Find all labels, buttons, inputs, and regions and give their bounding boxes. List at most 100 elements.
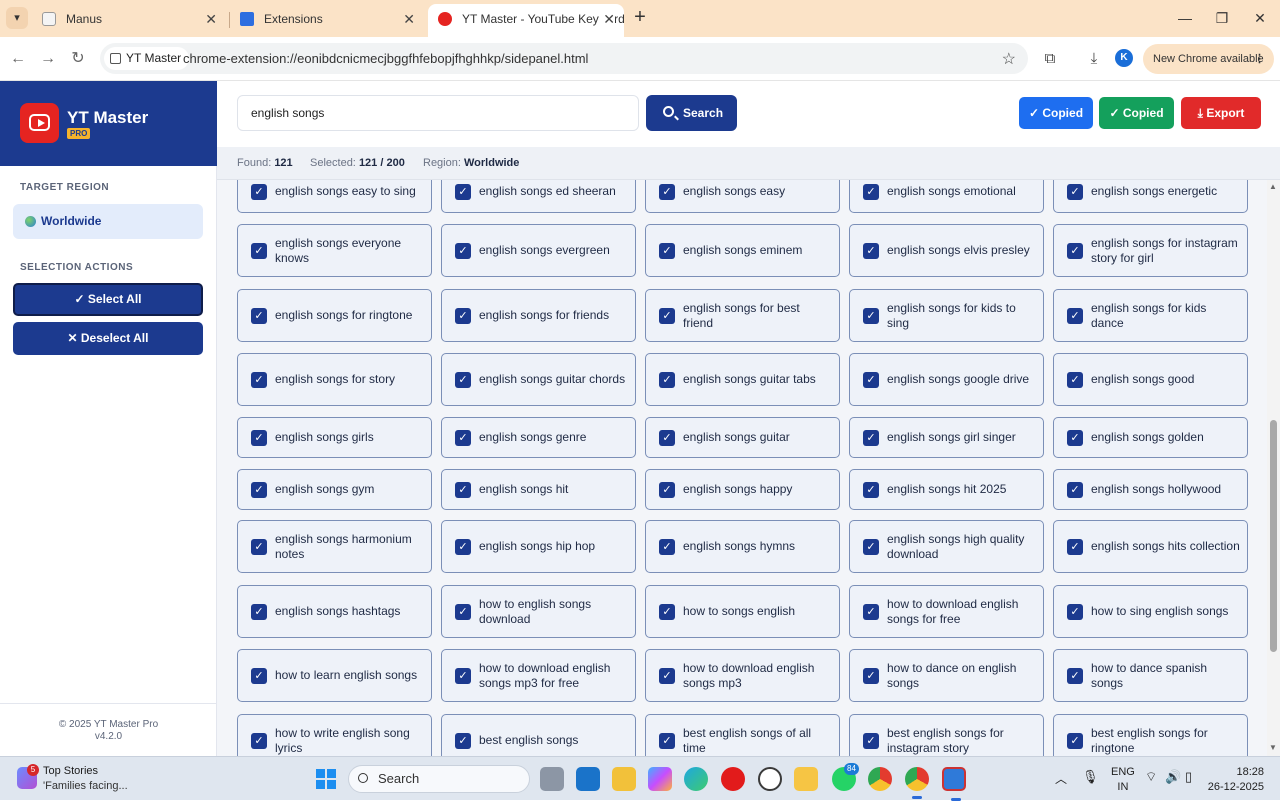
file-explorer-icon[interactable] — [794, 767, 818, 791]
keyword-card[interactable]: ✓ english songs hashtags — [237, 585, 432, 638]
keyword-checkbox[interactable]: ✓ — [455, 372, 471, 388]
keyword-checkbox[interactable]: ✓ — [455, 243, 471, 259]
copied-button-green[interactable]: ✓ Copied — [1099, 97, 1174, 129]
keyword-card[interactable]: ✓ how to learn english songs — [237, 649, 432, 702]
search-input[interactable]: english songs — [237, 95, 639, 131]
keyword-card[interactable]: ✓ english songs genre — [441, 417, 636, 458]
keyword-card[interactable]: ✓ english songs google drive — [849, 353, 1044, 406]
keyword-checkbox[interactable]: ✓ — [1067, 430, 1083, 446]
forward-icon[interactable]: → — [38, 49, 58, 69]
keyword-card[interactable]: ✓ english songs for friends — [441, 289, 636, 342]
keyword-card[interactable]: ✓ english songs ed sheeran — [441, 180, 636, 213]
keyword-checkbox[interactable]: ✓ — [863, 668, 879, 684]
keyword-checkbox[interactable]: ✓ — [863, 539, 879, 555]
tray-overflow-icon[interactable]: ︿ — [1055, 770, 1067, 787]
keyword-checkbox[interactable]: ✓ — [659, 430, 675, 446]
taskbar-search[interactable]: Search — [348, 765, 530, 793]
close-tab-icon[interactable]: ✕ — [403, 4, 415, 34]
reload-icon[interactable]: ↻ — [68, 49, 88, 69]
keyword-checkbox[interactable]: ✓ — [1067, 539, 1083, 555]
keyword-card[interactable]: ✓ english songs girls — [237, 417, 432, 458]
keyword-card[interactable]: ✓ english songs girl singer — [849, 417, 1044, 458]
more-options-icon[interactable]: ⋮ — [1254, 44, 1265, 74]
keyword-card[interactable]: ✓ english songs for best friend — [645, 289, 840, 342]
export-button[interactable]: ⤓ Export — [1181, 97, 1261, 129]
new-tab-icon[interactable]: + — [630, 7, 650, 28]
keyword-card[interactable]: ✓ english songs guitar — [645, 417, 840, 458]
tab-yt-master[interactable]: YT Master - YouTube Keyword T ✕ — [428, 4, 624, 37]
keyword-checkbox[interactable]: ✓ — [251, 184, 267, 200]
windows-start-icon[interactable] — [316, 769, 336, 789]
language-indicator[interactable]: ENG IN — [1111, 765, 1135, 795]
keyword-checkbox[interactable]: ✓ — [1067, 668, 1083, 684]
deselect-all-button[interactable]: ✕ Deselect All — [13, 322, 203, 355]
chrome-update-button[interactable]: New Chrome available ⋮ — [1143, 44, 1274, 74]
keyword-card[interactable]: ✓ how to download english songs mp3 — [645, 649, 840, 702]
keyword-card[interactable]: ✓ english songs for kids dance — [1053, 289, 1248, 342]
tab-search-button[interactable]: ▾ — [6, 7, 28, 29]
keyword-checkbox[interactable]: ✓ — [863, 372, 879, 388]
keyword-checkbox[interactable]: ✓ — [659, 482, 675, 498]
keyword-checkbox[interactable]: ✓ — [455, 668, 471, 684]
keyword-card[interactable]: ✓ english songs hymns — [645, 520, 840, 573]
keyword-card[interactable]: ✓ english songs harmonium notes — [237, 520, 432, 573]
keyword-card[interactable]: ✓ english songs eminem — [645, 224, 840, 277]
keyword-card[interactable]: ✓ best english songs for ringtone — [1053, 714, 1248, 756]
scroll-thumb[interactable] — [1270, 420, 1277, 652]
keyword-checkbox[interactable]: ✓ — [1067, 372, 1083, 388]
select-all-button[interactable]: ✓ Select All — [13, 283, 203, 316]
keyword-card[interactable]: ✓ english songs elvis presley — [849, 224, 1044, 277]
keyword-checkbox[interactable]: ✓ — [863, 184, 879, 200]
keyword-card[interactable]: ✓ english songs gym — [237, 469, 432, 510]
chrome-icon[interactable] — [868, 767, 892, 791]
keyword-checkbox[interactable]: ✓ — [1067, 733, 1083, 749]
tab-extensions[interactable]: Extensions ✕ — [230, 4, 424, 37]
scroll-down-icon[interactable]: ▼ — [1269, 743, 1277, 752]
close-tab-icon[interactable]: ✕ — [205, 4, 217, 34]
keyword-checkbox[interactable]: ✓ — [863, 604, 879, 620]
keyword-card[interactable]: ✓ english songs good — [1053, 353, 1248, 406]
keyword-card[interactable]: ✓ english songs evergreen — [441, 224, 636, 277]
keyword-checkbox[interactable]: ✓ — [659, 184, 675, 200]
scroll-up-icon[interactable]: ▲ — [1269, 182, 1277, 191]
keyword-card[interactable]: ✓ how to dance spanish songs — [1053, 649, 1248, 702]
keyword-checkbox[interactable]: ✓ — [251, 604, 267, 620]
keyword-card[interactable]: ✓ how to dance on english songs — [849, 649, 1044, 702]
close-window-icon[interactable]: ✕ — [1250, 8, 1270, 28]
outlook-icon[interactable] — [576, 767, 600, 791]
copied-button-blue[interactable]: ✓ Copied — [1019, 97, 1093, 129]
keyword-card[interactable]: ✓ english songs hit — [441, 469, 636, 510]
opera-icon[interactable] — [721, 767, 745, 791]
system-clock[interactable]: 18:28 26-12-2025 — [1204, 765, 1264, 795]
keyword-card[interactable]: ✓ english songs hit 2025 — [849, 469, 1044, 510]
keyword-checkbox[interactable]: ✓ — [863, 733, 879, 749]
keyword-card[interactable]: ✓ best english songs of all time — [645, 714, 840, 756]
extensions-puzzle-icon[interactable]: ⧉ — [1040, 49, 1060, 69]
keyword-checkbox[interactable]: ✓ — [251, 308, 267, 324]
keyword-checkbox[interactable]: ✓ — [1067, 604, 1083, 620]
keyword-checkbox[interactable]: ✓ — [455, 604, 471, 620]
profile-avatar[interactable]: K — [1115, 49, 1133, 67]
keyword-checkbox[interactable]: ✓ — [659, 308, 675, 324]
keyword-card[interactable]: ✓ how to download english songs mp3 for f… — [441, 649, 636, 702]
microphone-icon[interactable]: 🎙 — [1082, 769, 1099, 785]
maximize-icon[interactable]: ❐ — [1212, 8, 1232, 28]
volume-icon[interactable]: 🔊 — [1165, 769, 1181, 785]
keyword-card[interactable]: ✓ english songs everyone knows — [237, 224, 432, 277]
keyword-checkbox[interactable]: ✓ — [1067, 184, 1083, 200]
keyword-checkbox[interactable]: ✓ — [455, 539, 471, 555]
download-icon[interactable]: ⤓ — [1084, 49, 1104, 69]
chatgpt-icon[interactable] — [758, 767, 782, 791]
keyword-card[interactable]: ✓ best english songs for instagram story — [849, 714, 1044, 756]
back-icon[interactable]: ← — [8, 49, 28, 69]
keyword-card[interactable]: ✓ english songs easy to sing — [237, 180, 432, 213]
search-button[interactable]: Search — [646, 95, 737, 131]
keyword-card[interactable]: ✓ english songs hits collection — [1053, 520, 1248, 573]
keyword-card[interactable]: ✓ english songs guitar chords — [441, 353, 636, 406]
keyword-checkbox[interactable]: ✓ — [659, 243, 675, 259]
keyword-checkbox[interactable]: ✓ — [1067, 482, 1083, 498]
keyword-card[interactable]: ✓ english songs energetic — [1053, 180, 1248, 213]
keyword-card[interactable]: ✓ how to english songs download — [441, 585, 636, 638]
keyword-checkbox[interactable]: ✓ — [251, 668, 267, 684]
wifi-icon[interactable]: ⌔ — [1145, 769, 1157, 785]
